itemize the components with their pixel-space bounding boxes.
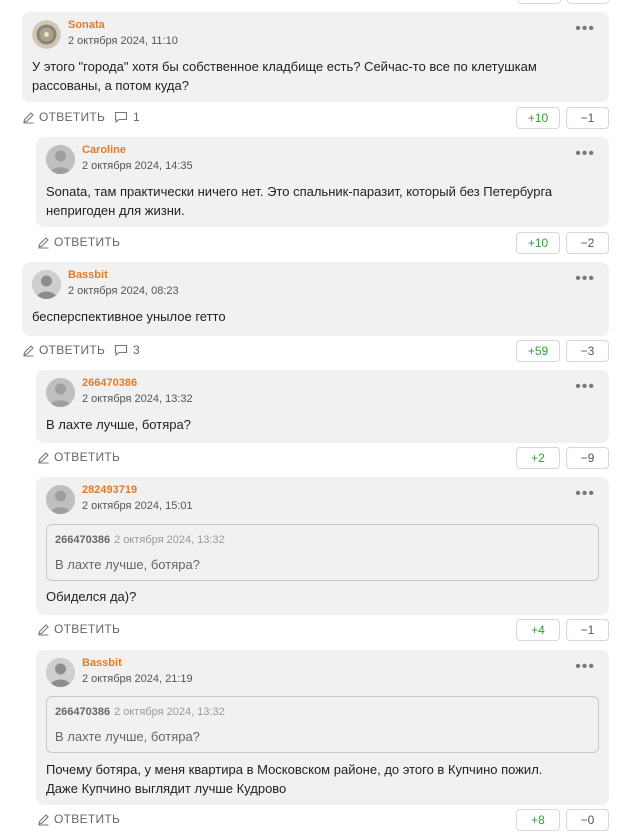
comment-actions: ОТВЕТИТЬ +10 −2	[37, 232, 609, 254]
speech-bubble-icon	[114, 111, 128, 123]
quote-date: 2 октября 2024, 13:32	[114, 706, 225, 718]
comment-actions: ОТВЕТИТЬ 3 +59 −3	[22, 340, 609, 362]
user-placeholder-icon	[46, 145, 75, 174]
downvote-button[interactable]: −3	[566, 340, 609, 362]
speech-bubble-icon	[114, 344, 128, 356]
pencil-icon	[23, 344, 34, 357]
avatar[interactable]	[32, 20, 61, 49]
comment-author[interactable]: Sonata	[68, 19, 105, 31]
comment-menu-icon[interactable]: •••	[575, 146, 595, 162]
comment-author[interactable]: Caroline	[82, 144, 126, 156]
downvote-button[interactable]: −2	[566, 232, 609, 254]
comment-text: Обиделся да)?	[46, 589, 137, 604]
avatar[interactable]	[46, 658, 75, 687]
comment-author[interactable]: Bassbit	[68, 269, 108, 281]
upvote-button[interactable]: +59	[516, 340, 560, 362]
upvote-button[interactable]: +10	[516, 232, 560, 254]
reply-button[interactable]: ОТВЕТИТЬ	[22, 343, 105, 357]
comment-text: У этого "города" хотя бы собственное кла…	[32, 59, 537, 93]
quote-author[interactable]: 266470386	[55, 706, 110, 718]
comment-text: бесперспективное унылое гетто	[32, 309, 226, 324]
downvote-button[interactable]: −1	[566, 107, 609, 129]
upvote-button[interactable]: +8	[516, 809, 560, 831]
replies-count[interactable]: 1	[114, 110, 140, 124]
pencil-icon	[38, 623, 49, 636]
avatar[interactable]	[46, 145, 75, 174]
quote-text: В лахте лучше, ботяра?	[55, 557, 200, 572]
reply-button[interactable]: ОТВЕТИТЬ	[37, 812, 120, 826]
pencil-icon	[23, 111, 34, 124]
user-placeholder-icon	[46, 378, 75, 407]
comment-text: Sonata, там практически ничего нет. Это …	[46, 184, 553, 218]
prev-downvote-button-edge[interactable]	[567, 0, 609, 4]
comment-actions: ОТВЕТИТЬ +2 −9	[37, 447, 609, 469]
comment-card: Caroline 2 октября 2024, 14:35 ••• Sonat…	[36, 137, 609, 227]
avatar[interactable]	[46, 485, 75, 514]
comment-actions: ОТВЕТИТЬ +4 −1	[37, 619, 609, 641]
comment-card: 266470386 2 октября 2024, 13:32 ••• В ла…	[36, 370, 609, 443]
comment-card: Bassbit 2 октября 2024, 21:19 ••• 266470…	[36, 650, 609, 805]
upvote-button[interactable]: +10	[516, 107, 560, 129]
upvote-button[interactable]: +4	[516, 619, 560, 641]
comment-date: 2 октября 2024, 21:19	[82, 673, 193, 685]
comment-author[interactable]: 266470386	[82, 377, 137, 389]
user-placeholder-icon	[46, 485, 75, 514]
user-silhouette-avatar-icon	[32, 270, 61, 299]
comment-actions: ОТВЕТИТЬ 1 +10 −1	[22, 107, 609, 129]
prev-upvote-button-edge[interactable]	[517, 0, 561, 4]
comment-menu-icon[interactable]: •••	[575, 21, 595, 37]
downvote-button[interactable]: −0	[566, 809, 609, 831]
comment-author[interactable]: 282493719	[82, 484, 137, 496]
reply-button[interactable]: ОТВЕТИТЬ	[37, 450, 120, 464]
comment-date: 2 октября 2024, 13:32	[82, 393, 193, 405]
quote-date: 2 октября 2024, 13:32	[114, 534, 225, 546]
comment-author[interactable]: Bassbit	[82, 657, 122, 669]
comment-date: 2 октября 2024, 11:10	[68, 35, 178, 47]
quote-text: В лахте лучше, ботяра?	[55, 729, 200, 744]
comment-menu-icon[interactable]: •••	[575, 271, 595, 287]
replies-count[interactable]: 3	[114, 343, 140, 357]
pencil-icon	[38, 236, 49, 249]
comment-card: 282493719 2 октября 2024, 15:01 ••• 2664…	[36, 477, 609, 615]
user-silhouette-avatar-icon	[46, 658, 75, 687]
comment-menu-icon[interactable]: •••	[575, 486, 595, 502]
pencil-icon	[38, 813, 49, 826]
avatar[interactable]	[46, 378, 75, 407]
comment-card: Sonata 2 октября 2024, 11:10 ••• У этого…	[22, 12, 609, 102]
upvote-button[interactable]: +2	[516, 447, 560, 469]
comment-date: 2 октября 2024, 08:23	[68, 285, 179, 297]
comment-menu-icon[interactable]: •••	[575, 379, 595, 395]
reply-button[interactable]: ОТВЕТИТЬ	[37, 622, 120, 636]
comment-text: Почему ботяра, у меня квартира в Московс…	[46, 762, 543, 796]
quoted-comment: 266470386 2 октября 2024, 13:32 В лахте л…	[46, 696, 599, 753]
comment-date: 2 октября 2024, 15:01	[82, 500, 193, 512]
quote-author[interactable]: 266470386	[55, 534, 110, 546]
quoted-comment: 266470386 2 октября 2024, 13:32 В лахте л…	[46, 524, 599, 581]
downvote-button[interactable]: −9	[566, 447, 609, 469]
comment-card: Bassbit 2 октября 2024, 08:23 ••• беспер…	[22, 262, 609, 336]
downvote-button[interactable]: −1	[566, 619, 609, 641]
comment-menu-icon[interactable]: •••	[575, 659, 595, 675]
comment-date: 2 октября 2024, 14:35	[82, 160, 193, 172]
comment-text: В лахте лучше, ботяра?	[46, 417, 191, 432]
reply-button[interactable]: ОТВЕТИТЬ	[22, 110, 105, 124]
gramophone-avatar-icon	[32, 20, 61, 49]
reply-button[interactable]: ОТВЕТИТЬ	[37, 235, 120, 249]
avatar[interactable]	[32, 270, 61, 299]
comment-actions: ОТВЕТИТЬ +8 −0	[37, 809, 609, 831]
pencil-icon	[38, 451, 49, 464]
